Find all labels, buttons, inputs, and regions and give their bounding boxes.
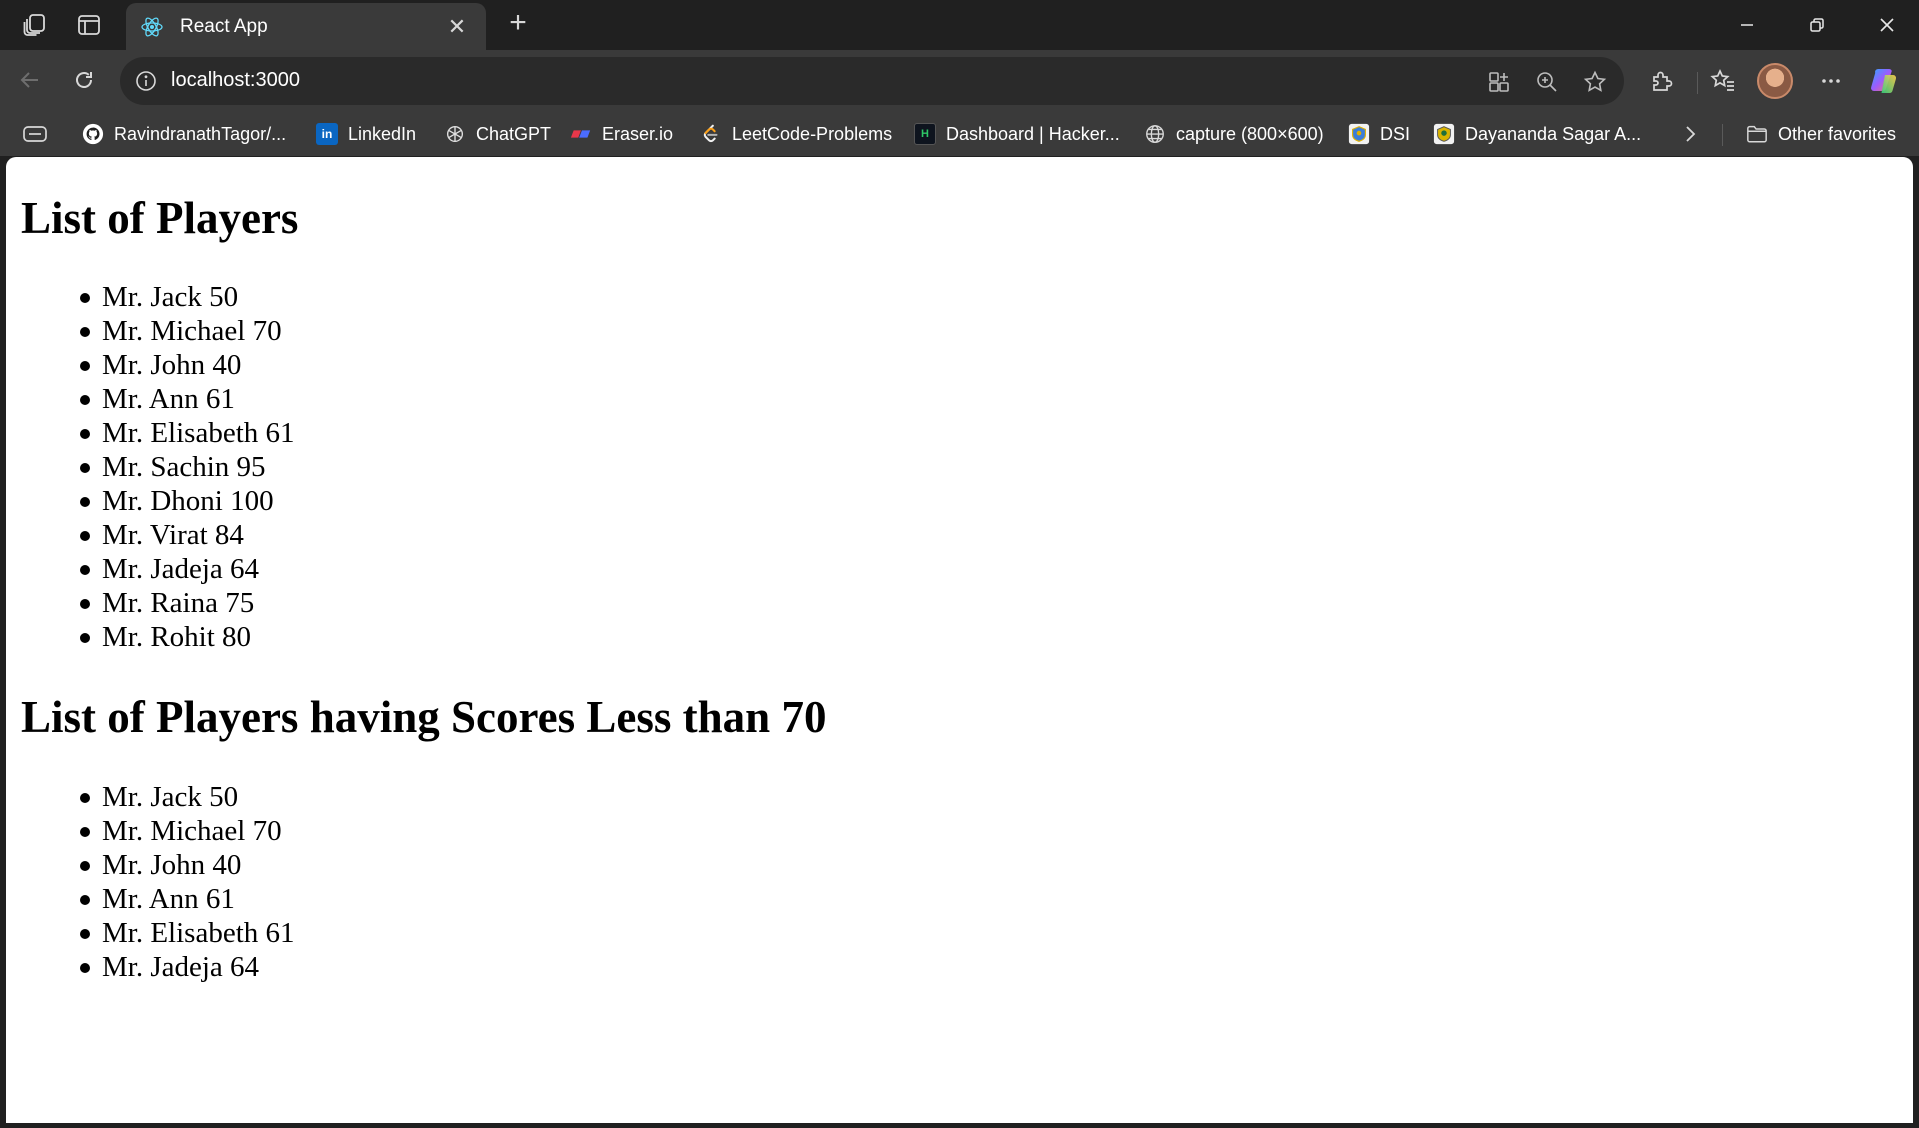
tab-title: React App (180, 15, 268, 37)
address-bar[interactable]: localhost:3000 (120, 57, 1624, 105)
sidebar-toggle-icon[interactable] (22, 118, 48, 150)
player-list-item: Mr. Sachin 95 (80, 450, 295, 484)
more-options-icon[interactable] (1810, 60, 1852, 102)
eraser-icon (570, 123, 592, 145)
player-list-item: Mr. Elisabeth 61 (80, 416, 295, 450)
folder-icon (1746, 123, 1768, 145)
globe-icon (1144, 123, 1166, 145)
hackerrank-icon: H (914, 123, 936, 145)
bookmarks-divider (1722, 124, 1723, 146)
player-list-item: Mr. Ann 61 (80, 882, 295, 916)
favorite-star-icon[interactable] (1578, 65, 1612, 99)
page-viewport: List of Players Mr. Jack 50 Mr. Michael 7… (6, 157, 1913, 1123)
leetcode-icon (700, 123, 722, 145)
react-logo-icon (140, 15, 164, 39)
player-list-item: Mr. Virat 84 (80, 518, 295, 552)
new-tab-icon[interactable]: + (498, 6, 538, 40)
player-list-item: Mr. Elisabeth 61 (80, 916, 295, 950)
toolbar: localhost:3000 (0, 50, 1919, 112)
player-list-item: Mr. Rohit 80 (80, 620, 295, 654)
other-favorites-label: Other favorites (1778, 123, 1897, 144)
player-list-item: Mr. John 40 (80, 348, 295, 382)
other-favorites-folder[interactable]: Other favorites (1746, 118, 1896, 150)
toolbar-divider (1697, 72, 1698, 94)
players-list-filtered: Mr. Jack 50 Mr. Michael 70 Mr. John 40 Mr. … (80, 780, 295, 984)
bookmark-label: RavindranathTagor/... (114, 123, 287, 144)
player-list-item: Mr. Jack 50 (80, 780, 295, 814)
minimize-icon[interactable] (1712, 4, 1782, 46)
players-list-all: Mr. Jack 50 Mr. Michael 70 Mr. John 40 Mr. … (80, 280, 295, 654)
url-text[interactable]: localhost:3000 (171, 69, 300, 92)
player-list-item: Mr. Michael 70 (80, 314, 295, 348)
bookmark-label: Eraser.io (602, 123, 674, 144)
bookmark-dayananda-sagar[interactable]: Dayananda Sagar A... (1433, 118, 1641, 150)
player-list-item: Mr. Dhoni 100 (80, 484, 295, 518)
bookmark-label: Dayananda Sagar A... (1465, 123, 1642, 144)
bookmark-capture[interactable]: capture (800×600) (1144, 118, 1324, 150)
player-list-item: Mr. Jadeja 64 (80, 552, 295, 586)
dsu-emblem-icon (1433, 123, 1455, 145)
favorites-icon[interactable] (1702, 60, 1744, 102)
tab-react-app[interactable]: React App ✕ (126, 3, 486, 50)
player-list-item: Mr. Ann 61 (80, 382, 295, 416)
site-info-icon[interactable] (132, 67, 160, 95)
player-list-item: Mr. Jack 50 (80, 280, 295, 314)
tab-bar: React App ✕ + (0, 0, 1919, 50)
bookmark-eraser[interactable]: Eraser.io (570, 118, 673, 150)
bookmark-label: ChatGPT (476, 123, 552, 144)
dsi-emblem-icon (1348, 123, 1370, 145)
more-bookmarks-chevron-icon[interactable] (1680, 118, 1700, 150)
bookmark-label: capture (800×600) (1176, 123, 1324, 144)
bookmark-label: LeetCode-Problems (732, 123, 893, 144)
app-available-icon[interactable] (1482, 65, 1516, 99)
bookmark-hackerrank[interactable]: H Dashboard | Hacker... (914, 118, 1120, 150)
player-list-item: Mr. John 40 (80, 848, 295, 882)
bookmark-github[interactable]: RavindranathTagor/... (82, 118, 286, 150)
browser-window: React App ✕ + localhost:3000 Ravindranat… (0, 0, 1919, 1128)
player-list-item: Mr. Raina 75 (80, 586, 295, 620)
zoom-icon[interactable] (1530, 65, 1564, 99)
heading-filtered-players: List of Players having Scores Less than … (21, 692, 827, 742)
restore-icon[interactable] (1782, 4, 1852, 46)
bookmark-label: Dashboard | Hacker... (946, 123, 1120, 144)
player-list-item: Mr. Jadeja 64 (80, 950, 295, 984)
extensions-icon[interactable] (1641, 60, 1683, 102)
close-tab-icon[interactable]: ✕ (442, 14, 472, 40)
bookmark-leetcode[interactable]: LeetCode-Problems (700, 118, 892, 150)
linkedin-icon: in (316, 123, 338, 145)
close-window-icon[interactable] (1852, 4, 1919, 46)
bookmark-dsi[interactable]: DSI (1348, 118, 1410, 150)
bookmark-label: LinkedIn (348, 123, 417, 144)
github-icon (82, 123, 104, 145)
vertical-tabs-icon[interactable] (68, 4, 110, 46)
bookmark-label: DSI (1380, 123, 1411, 144)
bookmarks-bar: RavindranathTagor/... in LinkedIn ChatGP… (0, 112, 1919, 156)
copilot-icon[interactable] (1864, 60, 1906, 102)
workspaces-icon[interactable] (14, 4, 56, 46)
bookmark-chatgpt[interactable]: ChatGPT (444, 118, 551, 150)
player-list-item: Mr. Michael 70 (80, 814, 295, 848)
profile-avatar[interactable] (1757, 63, 1793, 99)
heading-all-players: List of Players (21, 193, 299, 243)
refresh-button[interactable] (62, 58, 106, 102)
bookmark-linkedin[interactable]: in LinkedIn (316, 118, 416, 150)
chatgpt-icon (444, 123, 466, 145)
back-button[interactable] (8, 58, 52, 102)
